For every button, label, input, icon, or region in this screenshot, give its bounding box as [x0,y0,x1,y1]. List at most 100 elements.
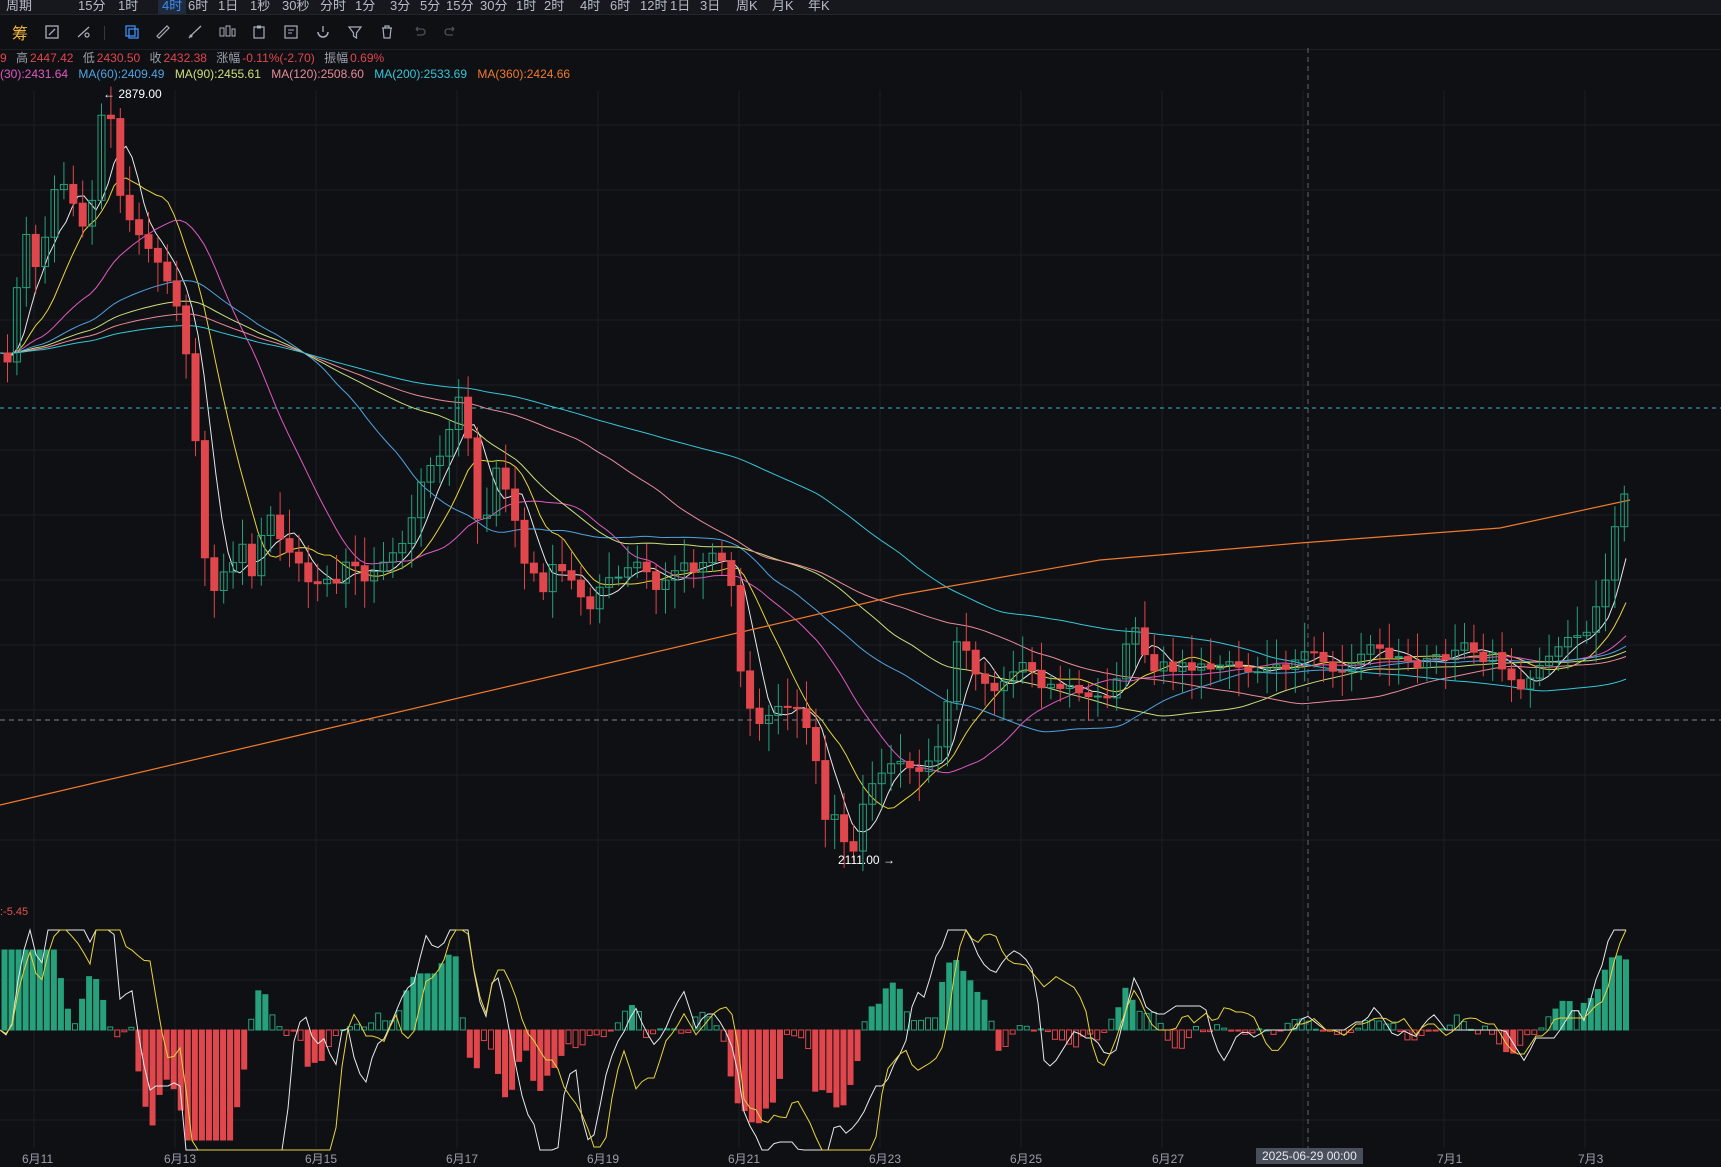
candle-body [614,576,623,579]
candle-body [1338,670,1347,673]
macd-bar [1023,1025,1030,1031]
macd-bar [368,1022,375,1031]
macd-bar [100,999,107,1031]
macd-bar [516,1029,523,1062]
macd-bar [1214,1024,1221,1031]
macd-bar [311,1029,318,1063]
candle-body [1441,654,1450,661]
macd-bar [896,988,903,1031]
candle-body [1385,647,1394,659]
candlestick-chart[interactable] [0,0,1721,1162]
candle-body [520,519,529,564]
macd-bar [1108,1018,1115,1031]
candle-body [116,118,125,196]
macd-bar [1221,1027,1228,1031]
candle-body [247,543,256,577]
macd-bar [473,1029,480,1069]
candle-body [1244,666,1253,673]
macd-bar [537,1029,544,1091]
candle-body [793,706,802,710]
candle-body [1394,656,1403,659]
candle-body [811,727,820,762]
candle-body [1103,695,1112,699]
macd-bar [459,1017,466,1031]
macd-bar [995,1029,1002,1051]
macd-bar [586,1029,593,1036]
candle-body [1056,683,1065,689]
macd-bar [1059,1029,1065,1041]
macd-bar [220,1029,227,1141]
macd-bar [727,1029,734,1077]
macd-bar [762,1029,769,1109]
macd-bar [354,1023,360,1031]
macd-bar [255,990,262,1031]
candle-body [163,261,172,282]
macd-bar [1369,1019,1376,1031]
macd-bar [452,956,459,1031]
macd-bar [600,1029,607,1038]
macd-bar [953,959,960,1031]
candle-body [1469,642,1478,653]
macd-bar [93,979,100,1031]
macd-bar [1432,1029,1439,1032]
macd-bar [784,1029,791,1035]
macd-bar [509,1029,516,1090]
candle-body [78,202,87,227]
macd-bar [1030,1029,1037,1032]
macd-bar [932,1017,939,1031]
candle-body [1169,661,1178,672]
macd-bar [1101,1029,1108,1033]
macd-bar [149,1029,156,1126]
macd-bar [107,1026,114,1031]
macd-bar [128,1026,135,1031]
macd-bar [375,1012,382,1031]
macd-bar [882,988,889,1031]
macd-bar [798,1029,805,1039]
macd-bar [840,1029,847,1106]
macd-bar [1425,1029,1432,1032]
x-tick: 7月3 [1578,1152,1604,1166]
high-marker: ← 2879.00 [103,87,162,101]
macd-bar [1355,1027,1362,1031]
macd-bar [650,1029,657,1035]
candle-body [915,767,924,772]
macd-bar [283,1029,290,1036]
macd-bar [826,1029,833,1093]
macd-bar [121,1029,128,1033]
candle-body [727,560,736,586]
macd-bar [1009,1029,1016,1035]
macd-bar [262,994,269,1031]
x-tick: 6月23 [869,1152,902,1166]
x-tick: 6月19 [587,1152,620,1166]
macd-bar [234,1029,241,1108]
candle-body [1093,695,1102,698]
macd-bar [276,1026,283,1031]
macd-bar [403,990,410,1031]
macd-bar [1538,1027,1545,1031]
macd-bar [960,970,967,1031]
macd-bar [861,1021,868,1031]
macd-bar [1200,1029,1206,1033]
candle-body [1253,671,1262,674]
candle-body [905,760,914,769]
macd-bar [1573,1010,1580,1031]
candle-body [746,670,755,709]
macd-bar [854,1029,861,1062]
macd-bar [791,1029,798,1037]
macd-bar [657,1028,664,1031]
macd-bar [1623,959,1629,1031]
candle-body [501,467,510,490]
macd-bar [495,1029,501,1074]
macd-bar [163,1029,170,1080]
candle-body [351,561,360,567]
candle-body [567,570,576,581]
macd-bar [318,1029,325,1062]
macd-bar [713,1025,720,1031]
candle-body [1507,668,1516,681]
candle-body [285,538,294,553]
macd-bar [925,1017,932,1031]
candle-body [1150,654,1159,672]
macd-bar [607,1029,614,1032]
macd-bar [777,1029,783,1079]
macd-bar [79,998,86,1031]
